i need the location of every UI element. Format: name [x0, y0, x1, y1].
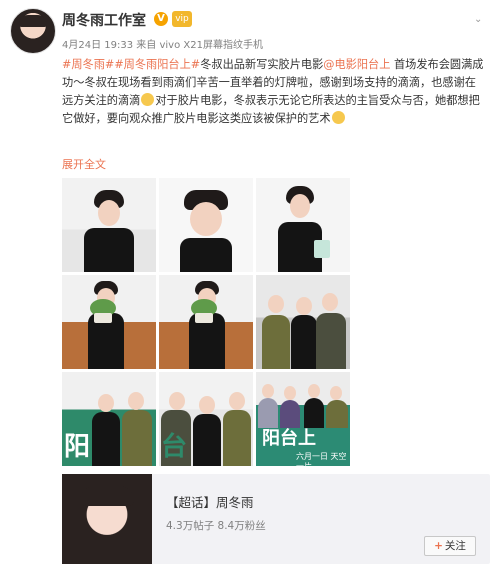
person-figure [270, 184, 336, 272]
black-top-shape [84, 228, 134, 272]
photo-grid: 阳 台 阳台上 六月一日 天空 [62, 178, 350, 466]
photo-7[interactable]: 阳 [62, 372, 156, 466]
person-figure [80, 188, 138, 272]
face-shape [262, 384, 274, 398]
face-shape [330, 386, 342, 400]
photo-4[interactable] [62, 275, 156, 369]
sign-text: 阳台上 [262, 428, 316, 449]
jacket-shape [316, 313, 346, 369]
expand-full-text-link[interactable]: 展开全文 [62, 156, 106, 172]
topic-link[interactable]: #周冬雨阳台上# [114, 58, 200, 71]
photo-6[interactable] [256, 275, 350, 369]
face-shape [284, 386, 296, 400]
sign-text: 台 [161, 432, 188, 462]
super-topic-card[interactable]: 【超话】周冬雨 4.3万帖子 8.4万粉丝 + 关注 [62, 474, 490, 564]
photo-9[interactable]: 阳台上 六月一日 天空一片 [256, 372, 350, 466]
face-shape [322, 293, 338, 311]
sign-text: 阳 [64, 432, 91, 462]
vip-medal-icon: vip [172, 11, 192, 27]
topic-title[interactable]: 【超话】周冬雨 [166, 492, 254, 511]
person-figure [181, 279, 237, 369]
face-shape [190, 202, 222, 236]
chevron-down-icon[interactable]: ⌄ [474, 14, 488, 25]
suit-shape [258, 398, 278, 428]
black-top-shape [193, 414, 221, 466]
black-top-shape [291, 315, 317, 369]
plus-icon: + [434, 540, 443, 552]
post-meta: 4月24日 19:33 来自 vivo X21屏幕指纹手机 [62, 36, 263, 51]
face-shape [290, 194, 310, 218]
photo-1[interactable] [62, 178, 156, 272]
jacket-shape [122, 410, 152, 466]
jacket-shape [262, 315, 290, 369]
group-figures [256, 378, 350, 428]
victory-hand-emoji-icon [331, 111, 345, 124]
post-text: #周冬雨##周冬雨阳台上#冬叔出品新写实胶片电影@电影阳台上 首场发布会圆满成功… [62, 56, 487, 128]
post-text-part: 冬叔出品新写实胶片电影 [200, 58, 324, 71]
photo-5[interactable] [159, 275, 253, 369]
post-source: 来自 vivo X21屏幕指纹手机 [136, 40, 263, 51]
face-shape [199, 396, 215, 414]
black-top-shape [180, 238, 232, 272]
photo-8[interactable]: 台 [159, 372, 253, 466]
sign-subtext: 六月一日 天空一片 [296, 452, 347, 466]
person-figure [174, 188, 238, 272]
face-shape [169, 392, 185, 410]
plant-pot-shape [195, 313, 213, 323]
face-shape [98, 200, 120, 226]
face-shape [308, 384, 320, 398]
jacket-shape [223, 410, 251, 466]
plant-pot-shape [94, 313, 112, 323]
group-figures [258, 285, 348, 369]
jacket-shape [326, 400, 348, 428]
face-shape [128, 392, 144, 410]
photo-2[interactable] [159, 178, 253, 272]
topic-link[interactable]: #周冬雨# [62, 58, 114, 71]
face-shape [229, 392, 245, 410]
verified-badge-icon: V [154, 12, 168, 26]
face-shape [98, 394, 114, 412]
smile-emoji-icon [141, 93, 155, 106]
topic-stats: 4.3万帖子 8.4万粉丝 [166, 520, 266, 532]
photo-3[interactable] [256, 178, 350, 272]
follow-button[interactable]: + 关注 [424, 536, 476, 556]
post-time: 4月24日 19:33 [62, 40, 134, 51]
suit-shape [280, 400, 300, 428]
weibo-post-card: 周冬雨工作室 V vip 4月24日 19:33 来自 vivo X21屏幕指纹… [0, 0, 500, 574]
mention-link[interactable]: @电影阳台上 [323, 58, 390, 71]
topic-thumbnail[interactable] [62, 474, 152, 564]
face-shape [268, 295, 284, 313]
face-shape [296, 297, 312, 315]
author-name[interactable]: 周冬雨工作室 [62, 10, 146, 30]
person-figure [80, 279, 136, 369]
black-top-shape [92, 412, 120, 466]
black-top-shape [304, 398, 324, 428]
follow-label: 关注 [444, 540, 466, 552]
author-avatar[interactable] [10, 8, 56, 54]
lightbox-prop [314, 240, 330, 258]
